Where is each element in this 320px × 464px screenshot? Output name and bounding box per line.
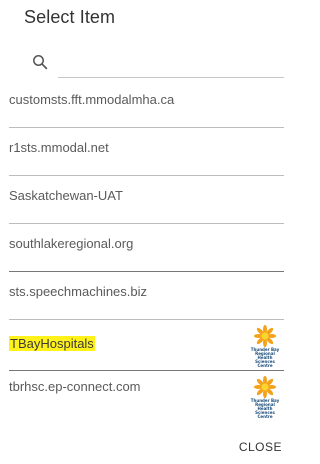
search-input[interactable] xyxy=(58,77,284,78)
logo-text: Thunder Bay Regional Health Sciences Cen… xyxy=(248,348,282,368)
list-item-customsts[interactable]: customsts.fft.mmodalmha.ca xyxy=(0,80,292,128)
list-item-r1sts[interactable]: r1sts.mmodal.net xyxy=(0,128,292,176)
logo-text: Thunder Bay Regional Health Sciences Cen… xyxy=(248,399,282,419)
list-item-label: customsts.fft.mmodalmha.ca xyxy=(9,92,175,107)
list-item-label: southlakeregional.org xyxy=(9,236,134,251)
list-item-tbrhsc[interactable]: tbrhsc.ep-connect.com Thunder Bay Region… xyxy=(0,371,292,419)
list-item-label: r1sts.mmodal.net xyxy=(9,140,109,155)
sunburst-icon xyxy=(253,375,277,399)
logo-text-line3: Centre xyxy=(257,363,273,368)
search-icon[interactable] xyxy=(31,53,49,71)
list-item-label: tbrhsc.ep-connect.com xyxy=(9,379,141,394)
list-item-label: sts.speechmachines.biz xyxy=(9,284,148,299)
list-item-tbayhospitals[interactable]: TBayHospitals Thunder Bay Regional Healt… xyxy=(0,320,292,371)
list-item-label: Saskatchewan-UAT xyxy=(9,188,123,203)
list-item-speechmachines[interactable]: sts.speechmachines.biz xyxy=(0,272,292,320)
tbrhsc-logo: Thunder Bay Regional Health Sciences Cen… xyxy=(248,324,282,368)
list-item-label: TBayHospitals xyxy=(9,336,95,351)
search-row[interactable] xyxy=(0,48,292,80)
logo-text-line3: Centre xyxy=(257,414,273,419)
list-item-label-wrap: TBayHospitals xyxy=(9,336,95,351)
dialog-title: Select Item xyxy=(24,7,116,27)
select-item-dialog: Select Item customsts.fft.mmodalmha.ca r… xyxy=(0,0,292,464)
close-button[interactable]: CLOSE xyxy=(239,440,282,454)
list-item-saskatchewan[interactable]: Saskatchewan-UAT xyxy=(0,176,292,224)
list-item-southlake[interactable]: southlakeregional.org xyxy=(0,224,292,272)
sunburst-icon xyxy=(253,324,277,348)
tbrhsc-logo: Thunder Bay Regional Health Sciences Cen… xyxy=(248,375,282,419)
